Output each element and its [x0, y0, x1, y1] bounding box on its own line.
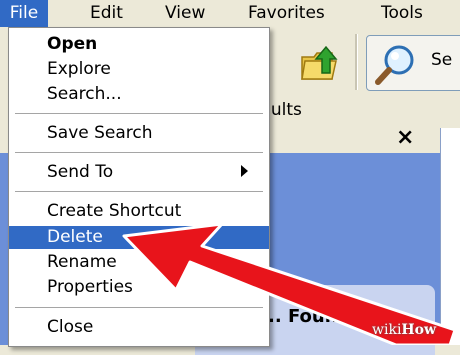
magnifier-icon — [375, 45, 414, 85]
toolbar-separator — [355, 34, 358, 90]
menu-item-label: Send To — [47, 162, 114, 182]
file-list-area — [440, 128, 460, 345]
search-button-label: Se — [431, 50, 453, 70]
menu-item-label: Save Search — [47, 123, 153, 143]
menu-item-label: Open — [47, 34, 98, 54]
watermark-prefix: wiki — [372, 322, 402, 338]
menu-item-label: Rename — [47, 252, 117, 272]
close-icon[interactable]: × — [396, 125, 414, 150]
watermark-logo: wikiHow — [372, 322, 436, 338]
menu-item-search[interactable]: Search... — [9, 83, 269, 106]
menu-separator — [15, 191, 263, 192]
menu-item-label: Search... — [47, 84, 122, 104]
menu-item-delete[interactable]: Delete — [9, 226, 269, 249]
menu-item-save-search[interactable]: Save Search — [9, 122, 269, 145]
menu-separator — [15, 113, 263, 114]
menu-file[interactable]: File — [0, 0, 48, 27]
menu-separator — [15, 152, 263, 153]
menu-item-label: Delete — [47, 227, 103, 247]
menu-edit[interactable]: Edit — [90, 0, 123, 27]
menu-view[interactable]: View — [165, 0, 205, 27]
menu-tools[interactable]: Tools — [381, 0, 423, 27]
menu-favorites[interactable]: Favorites — [248, 0, 325, 27]
menu-item-close[interactable]: Close — [9, 316, 269, 339]
menu-item-explore[interactable]: Explore — [9, 58, 269, 81]
file-menu: Open Explore Search... Save Search Send … — [8, 27, 270, 347]
menu-item-create-shortcut[interactable]: Create Shortcut — [9, 200, 269, 223]
found-label: .. Found — [268, 306, 351, 327]
menu-item-send-to[interactable]: Send To — [9, 161, 269, 184]
watermark-suffix: How — [401, 322, 437, 338]
menu-item-label: Explore — [47, 59, 111, 79]
menu-item-label: Properties — [47, 277, 133, 297]
menu-item-rename[interactable]: Rename — [9, 251, 269, 274]
submenu-arrow-icon — [241, 165, 248, 177]
menu-item-label: Close — [47, 317, 94, 337]
menu-bar: File Edit View Favorites Tools — [0, 0, 460, 28]
search-button[interactable]: Se — [366, 35, 460, 91]
menu-item-open[interactable]: Open — [9, 33, 269, 56]
menu-item-properties[interactable]: Properties — [9, 276, 269, 299]
folder-up-icon[interactable] — [298, 43, 342, 83]
menu-separator — [15, 307, 263, 308]
menu-item-label: Create Shortcut — [47, 201, 182, 221]
